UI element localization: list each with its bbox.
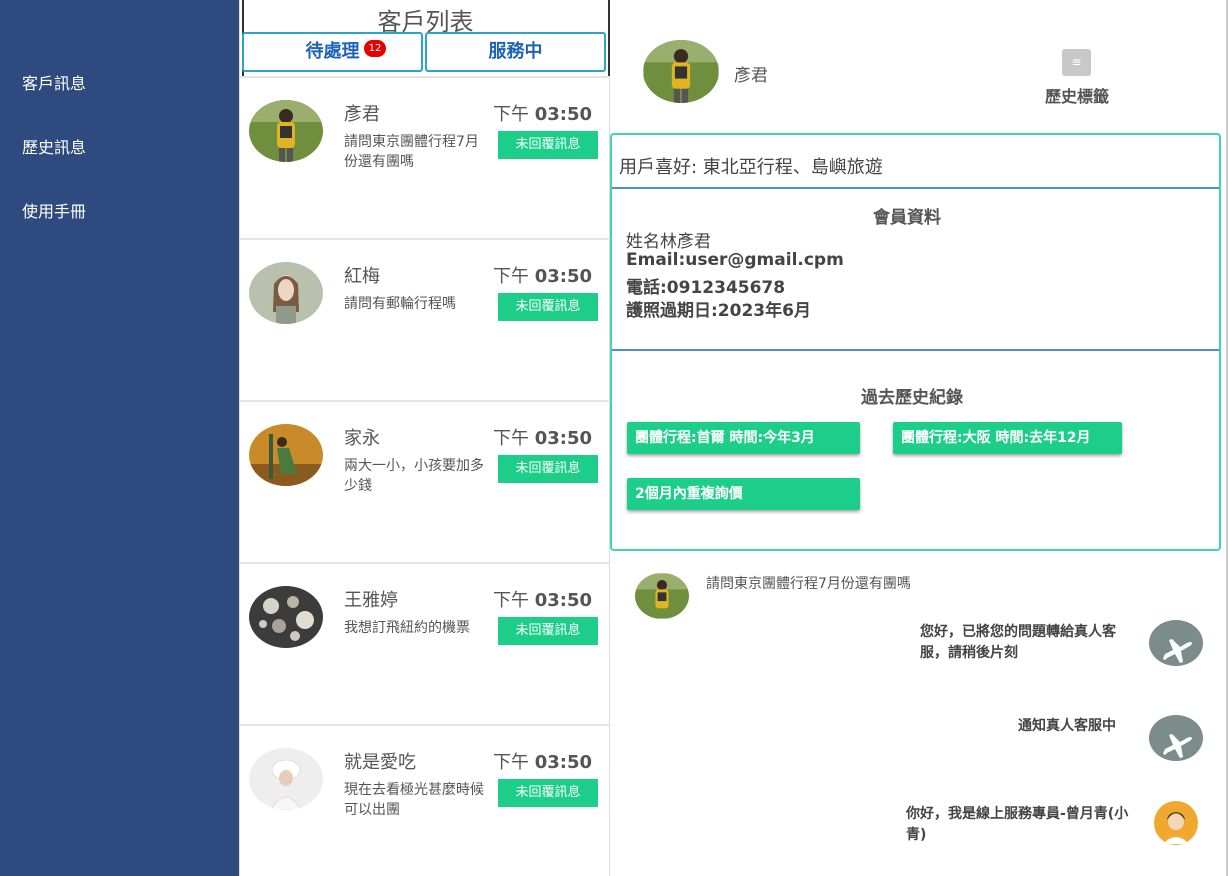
customer-name: 紅梅 <box>344 266 380 287</box>
user-preference: 用戶喜好: 東北亞行程、島嶼旅遊 <box>619 157 883 178</box>
chat-message-agent: 你好，我是線上服務專員-曾月青(小青) <box>906 806 1129 843</box>
message-time: 下午 03:50 <box>493 424 592 450</box>
customer-list-item[interactable]: 彥君 下午 03:50 請問東京團體行程7月份還有團嗎 未回覆訊息 <box>240 76 611 238</box>
message-time: 下午 03:50 <box>493 748 592 774</box>
member-email: Email:user@gmail.cpm <box>626 250 844 270</box>
time-value: 03:50 <box>534 266 593 287</box>
customer-list-panel: 客戶列表 待處理 12 服務中 彥君 下午 03:50 請問東京團體行程7月份還… <box>239 0 611 876</box>
time-value: 03:50 <box>534 428 593 449</box>
sidebar-item-user-manual[interactable]: 使用手冊 <box>22 198 86 222</box>
time-value: 03:50 <box>534 590 593 611</box>
customer-avatar <box>249 262 323 324</box>
chat-message-customer: 請問東京團體行程7月份還有團嗎 <box>706 576 911 592</box>
member-phone: 電話:0912345678 <box>626 278 786 298</box>
customer-last-message: 兩大一小，小孩要加多少錢 <box>344 458 484 494</box>
member-passport-expiry: 護照過期日:2023年6月 <box>626 301 811 321</box>
time-prefix: 下午 <box>493 590 529 611</box>
history-chip[interactable]: 團體行程:首爾 時間:今年3月 <box>627 422 860 454</box>
pending-count-badge: 12 <box>364 40 386 57</box>
service-agent-icon <box>1151 800 1201 846</box>
history-tag-label[interactable]: 歷史標籤 <box>1045 83 1109 107</box>
customer-last-message: 請問有郵輪行程嗎 <box>344 296 456 312</box>
sidebar-item-customer-messages[interactable]: 客戶訊息 <box>22 70 86 94</box>
sidebar: 客戶訊息 歷史訊息 使用手冊 <box>0 0 239 876</box>
customer-list-item[interactable]: 紅梅 下午 03:50 請問有郵輪行程嗎 未回覆訊息 <box>240 238 611 400</box>
sidebar-item-history-messages[interactable]: 歷史訊息 <box>22 134 86 158</box>
time-prefix: 下午 <box>493 266 529 287</box>
unreplied-status-button[interactable]: 未回覆訊息 <box>498 131 598 159</box>
divider <box>612 187 1219 189</box>
unreplied-status-button[interactable]: 未回覆訊息 <box>498 779 598 807</box>
selected-customer-avatar <box>643 40 719 103</box>
time-value: 03:50 <box>534 104 593 125</box>
unreplied-status-button[interactable]: 未回覆訊息 <box>498 293 598 321</box>
chat-message-bot: 通知真人客服中 <box>1018 718 1116 734</box>
time-prefix: 下午 <box>493 104 529 125</box>
divider <box>612 349 1219 351</box>
customer-name: 王雅婷 <box>344 590 398 611</box>
message-time: 下午 03:50 <box>493 586 592 612</box>
airplane-icon <box>1149 620 1203 666</box>
airplane-icon <box>1149 715 1203 761</box>
tab-pending[interactable]: 待處理 12 <box>242 32 423 72</box>
unreplied-status-button[interactable]: 未回覆訊息 <box>498 455 598 483</box>
customer-list-item[interactable]: 就是愛吃 下午 03:50 現在去看極光甚麼時候可以出團 未回覆訊息 <box>240 724 611 876</box>
app-root: 客戶訊息 歷史訊息 使用手冊 客戶列表 待處理 12 服務中 彥君 下午 03:… <box>0 0 1228 876</box>
unreplied-status-button[interactable]: 未回覆訊息 <box>498 617 598 645</box>
customer-list-item[interactable]: 家永 下午 03:50 兩大一小，小孩要加多少錢 未回覆訊息 <box>240 400 611 562</box>
customer-last-message: 我想訂飛紐約的機票 <box>344 620 470 636</box>
member-info-title: 會員資料 <box>873 208 941 228</box>
customer-list-item[interactable]: 王雅婷 下午 03:50 我想訂飛紐約的機票 未回覆訊息 <box>240 562 611 724</box>
tab-pending-label: 待處理 <box>305 41 360 62</box>
member-name: 姓名林彥君 <box>626 232 711 252</box>
past-history-title: 過去歷史紀錄 <box>861 388 963 408</box>
customer-avatar <box>249 424 323 486</box>
time-prefix: 下午 <box>493 428 529 449</box>
chat-message-bot: 您好，已將您的問題轉給真人客服，請稍後片刻 <box>920 624 1116 661</box>
customer-name: 彥君 <box>344 104 380 125</box>
history-chip[interactable]: 團體行程:大阪 時間:去年12月 <box>893 422 1122 454</box>
customer-detail-panel: 彥君 ≡ 歷史標籤 用戶喜好: 東北亞行程、島嶼旅遊 會員資料 姓名林彥君 Em… <box>610 0 1228 876</box>
customer-last-message: 現在去看極光甚麼時候可以出團 <box>344 782 484 818</box>
message-time: 下午 03:50 <box>493 262 592 288</box>
customer-last-message: 請問東京團體行程7月份還有團嗎 <box>344 134 479 170</box>
customer-avatar <box>249 100 323 162</box>
history-tag-menu-icon[interactable]: ≡ <box>1062 49 1091 76</box>
message-time: 下午 03:50 <box>493 100 592 126</box>
selected-customer-name: 彥君 <box>734 66 768 86</box>
chat-customer-avatar <box>635 573 689 619</box>
customer-avatar <box>249 586 323 648</box>
customer-name: 就是愛吃 <box>344 752 416 773</box>
customer-avatar <box>249 748 323 810</box>
tab-serving[interactable]: 服務中 <box>425 32 606 72</box>
customer-info-box: 用戶喜好: 東北亞行程、島嶼旅遊 會員資料 姓名林彥君 Email:user@g… <box>610 133 1221 551</box>
customer-name: 家永 <box>344 428 380 449</box>
time-value: 03:50 <box>534 752 593 773</box>
history-chip[interactable]: 2個月內重複詢價 <box>627 478 860 510</box>
time-prefix: 下午 <box>493 752 529 773</box>
